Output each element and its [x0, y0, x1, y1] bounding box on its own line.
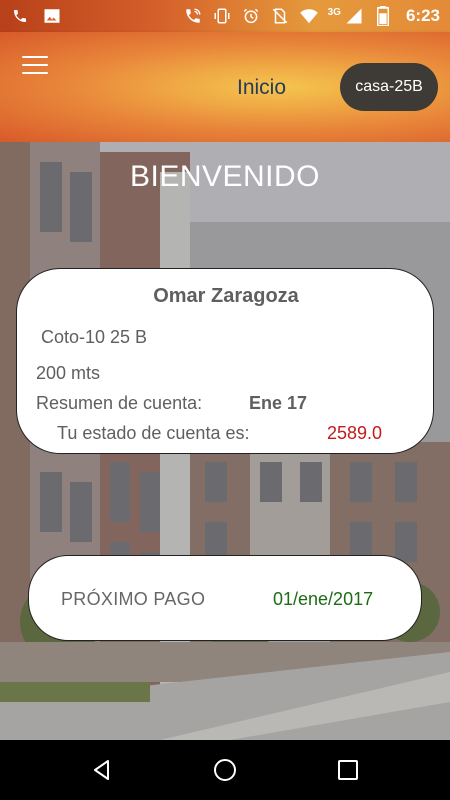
home-icon[interactable]: [205, 750, 245, 790]
menu-icon[interactable]: [22, 56, 48, 76]
status-bar: 3G 6:23: [0, 0, 450, 32]
navigation-bar: [0, 740, 450, 800]
recents-icon[interactable]: [328, 750, 368, 790]
image-icon: [42, 7, 62, 25]
alarm-icon: [241, 7, 261, 25]
phone-icon: [10, 7, 30, 25]
next-payment-label: PRÓXIMO PAGO: [61, 589, 206, 609]
app-bar: Inicio casa-25B: [0, 32, 450, 142]
welcome-heading: BIENVENIDO: [129, 160, 321, 193]
balance-label: Tu estado de cuenta es:: [57, 423, 250, 443]
network-type-label: 3G: [327, 6, 341, 18]
status-right: 3G 6:23: [183, 6, 440, 26]
back-icon[interactable]: [82, 750, 122, 790]
owner-name: Omar Zaragoza: [153, 285, 299, 307]
summary-label: Resumen de cuenta:: [36, 393, 203, 413]
wifi-calling-icon: [183, 7, 203, 25]
balance-value: 2589.0: [327, 423, 383, 443]
clock-time: 6:23: [405, 6, 440, 25]
next-payment-date: 01/ene/2017: [273, 589, 374, 609]
signal-icon: [344, 7, 364, 25]
vibrate-icon: [212, 7, 232, 25]
property-label: Coto-10 25 B: [41, 327, 148, 347]
house-selector-chip[interactable]: casa-25B: [340, 63, 438, 111]
account-card: Omar Zaragoza Coto-10 25 B 200 mts Resum…: [16, 268, 434, 454]
wifi-icon: [299, 7, 319, 25]
summary-value: Ene 17: [249, 393, 308, 413]
page-title: Inicio: [237, 76, 287, 99]
status-left: [10, 7, 62, 25]
area-label: 200 mts: [36, 363, 101, 383]
battery-icon: [373, 6, 393, 26]
next-payment-card: PRÓXIMO PAGO 01/ene/2017: [28, 555, 422, 641]
no-sim-icon: [270, 7, 290, 25]
